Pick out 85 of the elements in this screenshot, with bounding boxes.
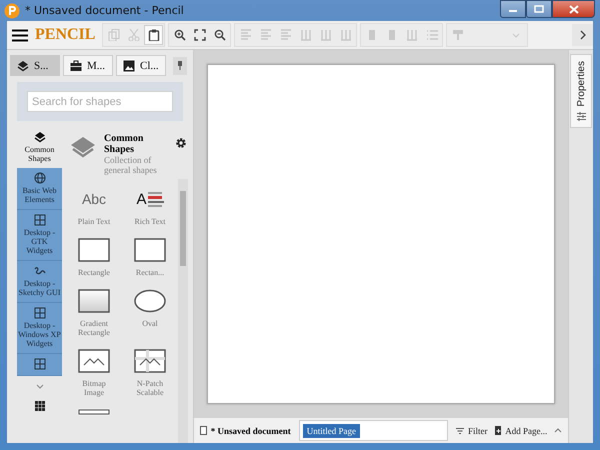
paint-roller-icon — [452, 29, 464, 41]
search-field[interactable]: Search for shapes — [27, 91, 173, 112]
gradient-rectangle-icon[interactable] — [78, 289, 110, 313]
pin-icon — [177, 61, 183, 70]
shape-label: Oval — [142, 319, 158, 328]
shape-label: Rich Text — [134, 217, 166, 226]
shape-label: Plain Text — [78, 217, 110, 226]
sidebar-tab[interactable]: M... — [63, 55, 113, 76]
text-sample[interactable]: Abc — [82, 187, 106, 211]
mountain-image-icon[interactable] — [78, 349, 110, 373]
category-item[interactable]: Common Shapes — [17, 127, 62, 168]
zoom-in-icon — [174, 29, 186, 41]
category-item[interactable]: Desktop - Sketchy GUI — [17, 261, 62, 303]
maximize-icon — [534, 5, 544, 13]
columns-icon — [340, 29, 352, 41]
page-tab[interactable]: Untitled Page — [302, 424, 360, 438]
scrollbar[interactable] — [178, 179, 188, 443]
app-logo-icon — [4, 2, 20, 18]
category-item[interactable]: Basic Web Elements — [17, 168, 62, 210]
document-label: * Unsaved document — [210, 426, 291, 436]
pin-button[interactable] — [173, 56, 187, 74]
squiggle-icon — [34, 265, 46, 277]
zoom-out-icon — [214, 29, 226, 41]
sliders-icon[interactable] — [576, 112, 586, 121]
columns-icon — [300, 29, 312, 41]
align-icon — [280, 29, 292, 41]
category-label: Desktop - GTK Widgets — [22, 228, 56, 255]
category-label: Desktop - Sketchy GUI — [18, 279, 62, 297]
copy-icon — [108, 29, 120, 41]
scissors-icon — [128, 29, 140, 41]
line-shape-icon[interactable] — [78, 409, 110, 415]
apps-grid-icon[interactable] — [34, 401, 44, 411]
category-label: Common Shapes — [24, 145, 56, 163]
clipboard-button[interactable] — [144, 25, 164, 45]
close-icon — [568, 4, 578, 14]
list-icon — [426, 29, 438, 41]
window-title: * Unsaved document - Pencil — [25, 4, 185, 17]
caret-icon[interactable] — [554, 428, 562, 433]
mountain-image-icon[interactable] — [134, 349, 166, 373]
align-icon — [260, 29, 272, 41]
collection-title: Common Shapes — [104, 133, 144, 155]
grid-icon — [34, 358, 46, 370]
shape-label: Rectan... — [136, 268, 164, 277]
category-item[interactable]: Desktop - Windows XP Widgets — [17, 303, 62, 354]
maximize-button[interactable] — [526, 0, 552, 18]
category-label: Desktop - Windows XP Widgets — [18, 321, 62, 348]
align-icon — [240, 29, 252, 41]
filter-icon[interactable] — [456, 428, 464, 434]
briefcase-icon — [70, 60, 82, 72]
shape-label: Rectangle — [78, 268, 110, 277]
rectangle-icon[interactable] — [134, 238, 166, 262]
fit-screen-icon — [194, 29, 206, 41]
sidebar-tab[interactable]: S... — [10, 55, 60, 76]
layers-icon — [17, 60, 29, 72]
document-icon — [200, 426, 207, 435]
app-logo: PENCIL — [35, 26, 96, 44]
close-button[interactable] — [552, 0, 595, 18]
properties-tab[interactable]: Properties — [576, 61, 586, 107]
chevron-down-icon[interactable] — [36, 384, 44, 389]
columns-icon — [406, 29, 418, 41]
grid-icon — [34, 214, 46, 226]
category-label: Basic Web Elements — [21, 186, 58, 204]
grid-icon — [34, 307, 46, 319]
filter-button[interactable]: Filter — [468, 426, 488, 436]
category-item[interactable]: Desktop - GTK Widgets — [17, 210, 62, 261]
category-item[interactable] — [17, 354, 62, 376]
menu-icon — [12, 28, 28, 42]
clipboard-icon — [148, 29, 160, 41]
oval-icon[interactable] — [134, 289, 166, 313]
minimize-button[interactable] — [500, 0, 526, 18]
rich-text-sample[interactable]: A — [136, 187, 164, 211]
shape-label: Bitmap Image — [81, 379, 107, 397]
layers-icon — [34, 131, 46, 143]
sidebar-tab[interactable]: Cl... — [116, 55, 166, 76]
add-page-button[interactable]: Add Page... — [505, 426, 548, 436]
collection-description: Collection of general shapes — [104, 155, 158, 175]
columns-icon — [320, 29, 332, 41]
settings-icon[interactable] — [175, 137, 187, 149]
add-page-icon[interactable] — [494, 426, 502, 435]
shape-label: N-Patch Scalable — [135, 379, 165, 397]
image-icon — [123, 60, 135, 72]
caret-icon — [512, 32, 520, 38]
globe-icon — [34, 172, 46, 184]
shape-label: Gradient Rectangle — [77, 319, 111, 337]
rectangle-icon[interactable] — [78, 238, 110, 262]
